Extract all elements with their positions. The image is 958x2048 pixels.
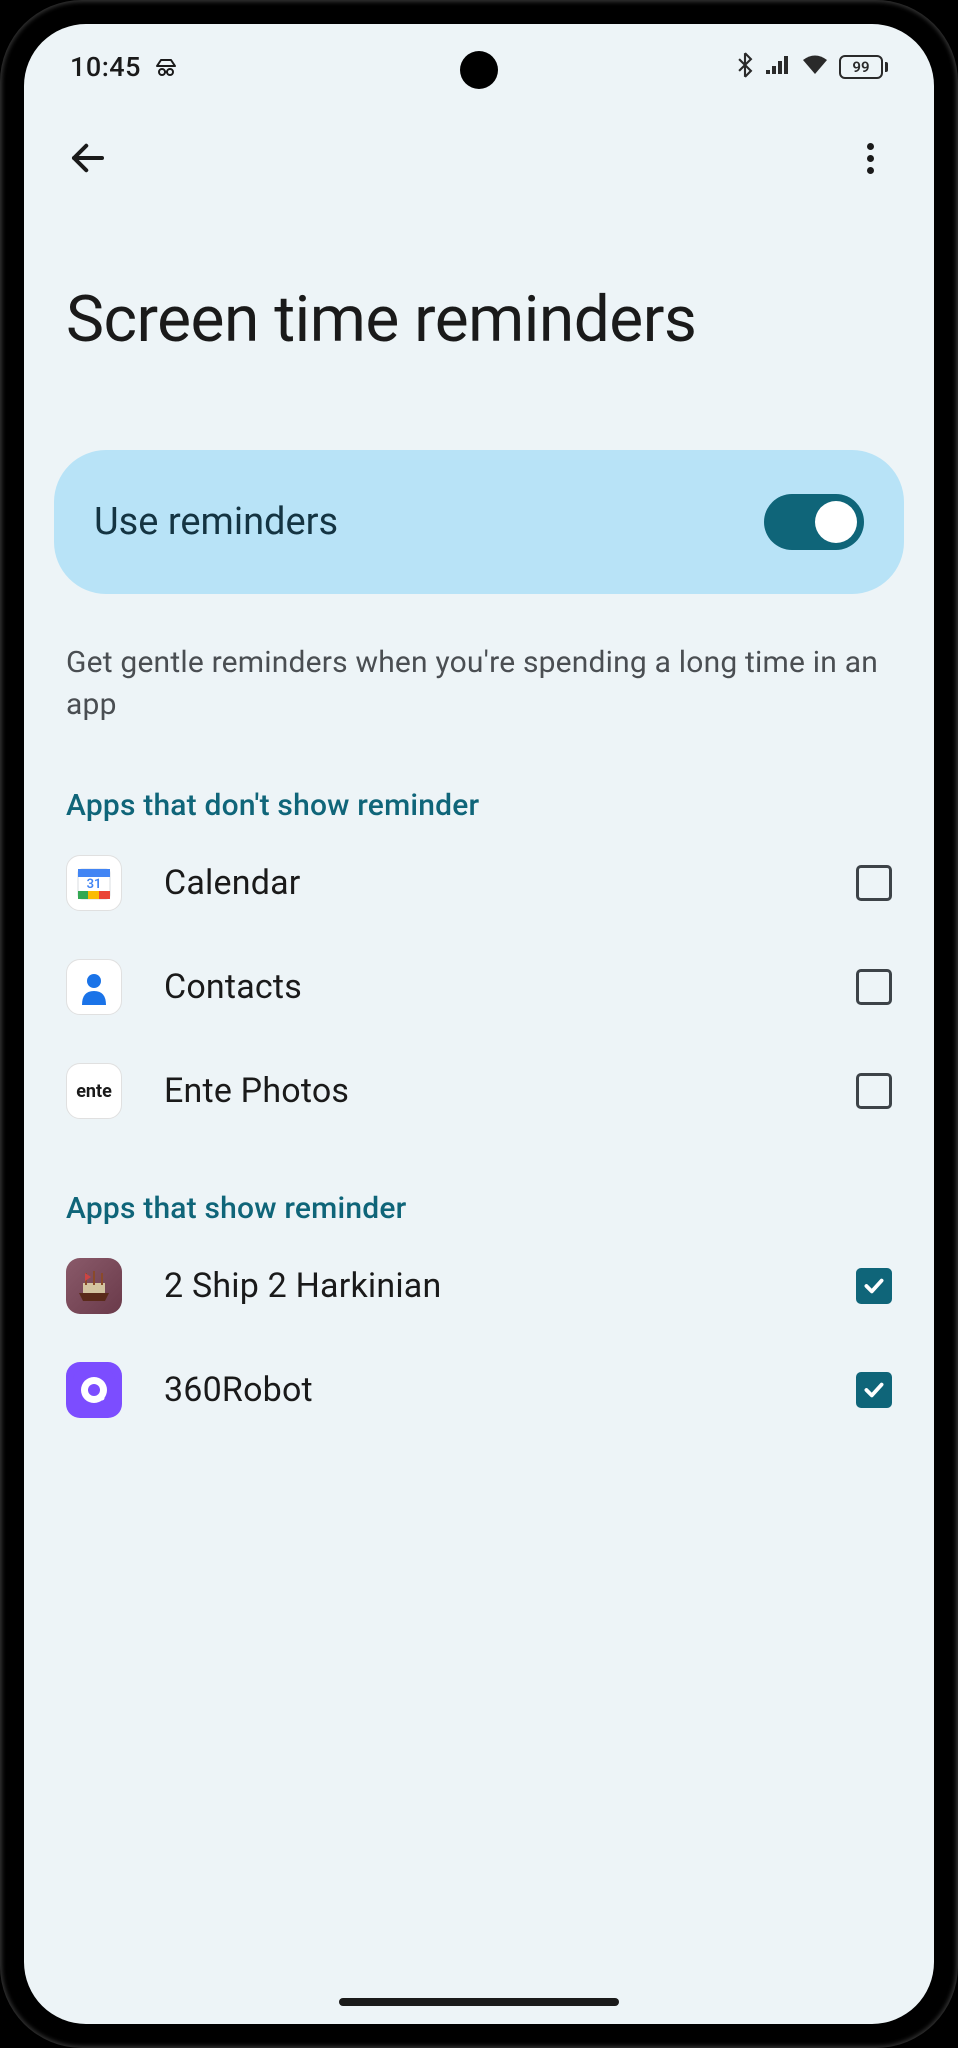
ente-app-icon: ente <box>66 1063 122 1119</box>
use-reminders-switch[interactable] <box>764 494 864 550</box>
app-checkbox[interactable] <box>856 969 892 1005</box>
app-row-robot[interactable]: 360Robot <box>54 1338 904 1442</box>
section-header-reminder: Apps that show reminder <box>66 1191 892 1226</box>
robot-app-icon <box>66 1362 122 1418</box>
use-reminders-toggle-card[interactable]: Use reminders <box>54 450 904 594</box>
section-header-no-reminder: Apps that don't show reminder <box>66 788 892 823</box>
status-time: 10:45 <box>70 51 141 83</box>
signal-icon <box>765 54 791 80</box>
battery-indicator: 99 <box>839 55 888 79</box>
app-name-label: 360Robot <box>164 1370 814 1410</box>
contacts-app-icon <box>66 959 122 1015</box>
app-name-label: Calendar <box>164 863 814 903</box>
calendar-app-icon: 31 <box>66 855 122 911</box>
back-button[interactable] <box>60 130 116 186</box>
app-row-ship[interactable]: 2 Ship 2 Harkinian <box>54 1234 904 1338</box>
navigation-bar-handle[interactable] <box>339 1998 619 2006</box>
app-row-calendar[interactable]: 31 Calendar <box>54 831 904 935</box>
incognito-icon <box>153 54 179 80</box>
app-row-ente[interactable]: ente Ente Photos <box>54 1039 904 1143</box>
description-text: Get gentle reminders when you're spendin… <box>66 642 892 726</box>
camera-punch-hole <box>460 51 498 89</box>
app-name-label: Ente Photos <box>164 1071 814 1111</box>
app-checkbox[interactable] <box>856 1372 892 1408</box>
wifi-icon <box>801 54 829 80</box>
page-title: Screen time reminders <box>66 280 892 360</box>
app-row-contacts[interactable]: Contacts <box>54 935 904 1039</box>
app-checkbox[interactable] <box>856 865 892 901</box>
app-checkbox[interactable] <box>856 1268 892 1304</box>
app-name-label: Contacts <box>164 967 814 1007</box>
overflow-menu-button[interactable] <box>842 130 898 186</box>
app-name-label: 2 Ship 2 Harkinian <box>164 1266 814 1306</box>
ship-app-icon <box>66 1258 122 1314</box>
app-checkbox[interactable] <box>856 1073 892 1109</box>
toggle-label: Use reminders <box>94 500 338 544</box>
svg-text:31: 31 <box>87 877 102 892</box>
bluetooth-icon <box>735 52 755 82</box>
